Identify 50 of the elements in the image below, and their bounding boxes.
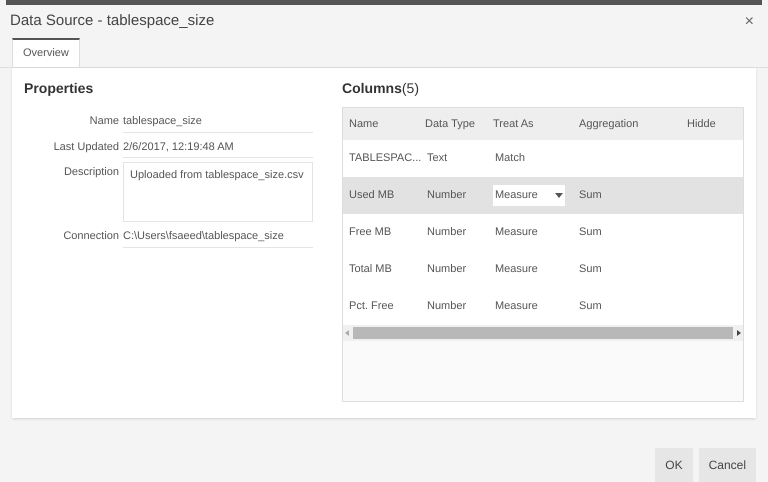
scroll-left-icon[interactable]: [345, 330, 349, 336]
table-cell: Measure: [495, 263, 538, 276]
treat-as-dropdown[interactable]: Measure: [493, 185, 565, 206]
field-label: Connection: [62, 229, 119, 244]
column-header: Data Type: [425, 116, 476, 132]
table-cell: Used MB: [349, 189, 394, 202]
table-cell: Number: [427, 263, 466, 276]
table-row[interactable]: Total MB Number Measure Sum: [343, 251, 743, 288]
column-count: (5): [402, 79, 420, 98]
field-label: Last Updated: [52, 140, 119, 154]
table-row[interactable]: TABLESPAC... Text Match: [343, 140, 743, 177]
field-label: Name: [88, 114, 119, 129]
table-cell: Match: [495, 152, 525, 164]
field-value[interactable]: C:\Users\fsaeed\tablespace_size: [123, 226, 313, 248]
table-cell: Number: [427, 189, 466, 202]
tab[interactable]: Overview: [12, 38, 80, 67]
table-cell: Number: [427, 300, 466, 312]
table-row[interactable]: Free MB Number Measure Sum: [343, 214, 743, 251]
table-cell: Sum: [579, 300, 602, 312]
table-cell: Text: [427, 152, 448, 164]
field-value[interactable]: 2/6/2017, 12:19:48 AM: [123, 136, 313, 158]
table-cell: Number: [427, 226, 466, 238]
table-cell: Pct. Free: [349, 300, 394, 312]
column-header: Aggregation: [579, 116, 640, 132]
ok-button[interactable]: OK: [655, 448, 693, 482]
table-cell: Sum: [579, 263, 602, 276]
window-title: Data Source - tablespace_size: [10, 11, 214, 32]
field-label: Description: [62, 165, 119, 180]
close-button[interactable]: ×: [744, 10, 758, 34]
table-cell: Free MB: [349, 226, 392, 238]
table-row[interactable]: Used MB Number Measure Sum: [343, 177, 743, 214]
section-title: Columns: [342, 79, 402, 98]
description-field[interactable]: Uploaded from tablespace_size.csv: [123, 162, 313, 222]
column-header: Name: [349, 116, 380, 132]
table-cell: Sum: [579, 189, 602, 202]
field-value[interactable]: tablespace_size: [123, 111, 313, 132]
scrollbar-thumb[interactable]: [353, 327, 733, 339]
horizontal-scrollbar[interactable]: [343, 325, 743, 341]
column-header: Treat As: [493, 116, 535, 132]
scroll-right-icon[interactable]: [737, 330, 741, 336]
table-row[interactable]: Pct. Free Number Measure Sum: [343, 288, 743, 325]
cancel-button[interactable]: Cancel: [698, 448, 756, 482]
table-cell: Measure: [495, 300, 538, 312]
table-cell: TABLESPAC...: [349, 152, 422, 164]
table-cell: Measure: [495, 226, 538, 238]
table-cell: Total MB: [349, 263, 392, 276]
column-header: Hidde: [687, 116, 717, 132]
section-title: Properties: [24, 79, 94, 98]
table-cell: Sum: [579, 226, 602, 238]
caret-icon: [555, 193, 563, 198]
